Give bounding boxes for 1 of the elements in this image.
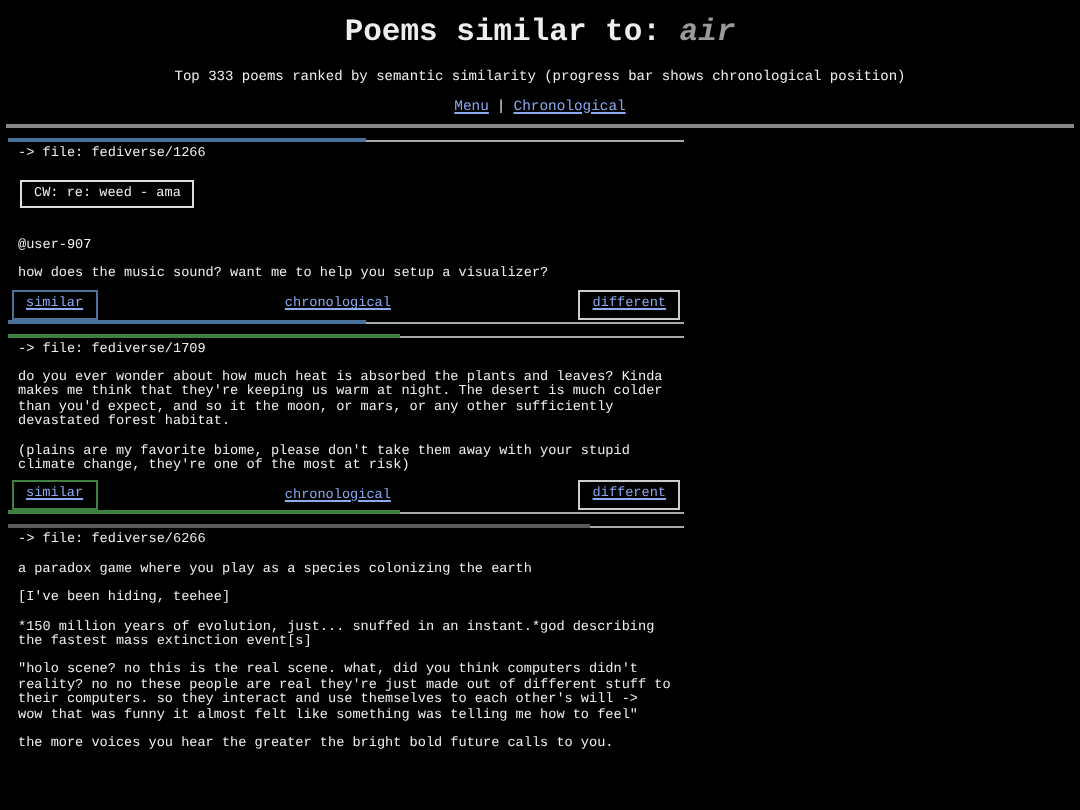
page-title: Poems similar to: air (342, 12, 738, 52)
